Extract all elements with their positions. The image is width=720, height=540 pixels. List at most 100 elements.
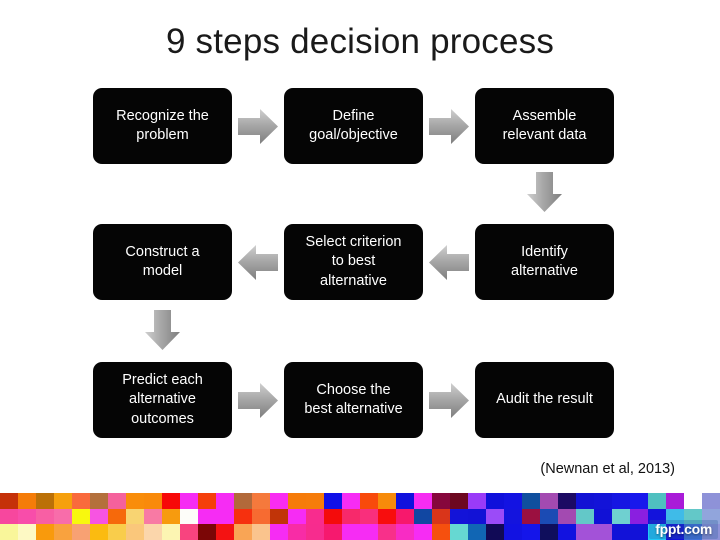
color-swatch: [126, 508, 144, 525]
step-box-label: Assemble relevant data: [502, 107, 587, 143]
color-swatch: [90, 508, 108, 525]
color-swatch: [306, 493, 324, 509]
step-box-select-criterion-to-best-alternative[interactable]: Select criterion to best alternative: [284, 224, 423, 300]
color-swatch: [144, 524, 162, 540]
color-swatch: [54, 508, 72, 525]
color-swatch: [432, 493, 450, 509]
fppt-watermark: fppt.com: [649, 520, 718, 539]
color-swatch: [36, 493, 54, 509]
color-swatch: [306, 508, 324, 525]
color-swatch: [630, 493, 648, 509]
color-swatch: [72, 524, 90, 540]
color-swatch: [144, 493, 162, 509]
step-box-label: Select criterion to best alternative: [305, 233, 402, 289]
color-swatch: [540, 493, 558, 509]
arrow-left-icon: [429, 244, 469, 281]
step-box-predict-each-alternative-outcomes[interactable]: Predict each alternative outcomes: [93, 362, 232, 438]
arrow-right-icon: [429, 382, 469, 419]
step-box-label: Predict each alternative outcomes: [122, 371, 203, 427]
color-swatch: [432, 508, 450, 525]
color-swatch: [0, 508, 18, 525]
step-box-label: Choose the best alternative: [304, 381, 403, 417]
step-box-label: Define goal/objective: [309, 107, 398, 143]
color-swatch: [180, 524, 198, 540]
color-swatch: [486, 508, 504, 525]
color-swatch: [198, 524, 216, 540]
step-box-label: Construct a model: [125, 243, 200, 279]
color-swatch: [594, 508, 612, 525]
color-swatch: [270, 493, 288, 509]
step-box-construct-a-model[interactable]: Construct a model: [93, 224, 232, 300]
color-swatch: [378, 524, 396, 540]
step-box-label: Recognize the problem: [116, 107, 209, 143]
arrow-down-icon: [526, 172, 563, 212]
step-box-define-goal-objective[interactable]: Define goal/objective: [284, 88, 423, 164]
color-swatch: [414, 508, 432, 525]
color-swatch: [234, 493, 252, 509]
color-swatch: [198, 493, 216, 509]
color-swatch: [378, 493, 396, 509]
color-swatch: [396, 524, 414, 540]
color-swatch: [306, 524, 324, 540]
color-swatch: [36, 508, 54, 525]
color-swatch: [378, 508, 396, 525]
color-swatch: [144, 508, 162, 525]
color-swatch: [396, 493, 414, 509]
color-swatch: [486, 493, 504, 509]
color-swatch: [594, 493, 612, 509]
color-swatch: [486, 524, 504, 540]
color-swatch: [630, 524, 648, 540]
color-swatch: [432, 524, 450, 540]
color-swatch: [90, 493, 108, 509]
color-swatch: [612, 524, 630, 540]
step-box-audit-the-result[interactable]: Audit the result: [475, 362, 614, 438]
color-swatch: [342, 524, 360, 540]
color-swatch: [108, 524, 126, 540]
color-swatch: [576, 493, 594, 509]
source-citation: (Newnan et al, 2013): [540, 461, 675, 477]
color-swatch: [612, 493, 630, 509]
color-swatch: [270, 508, 288, 525]
color-swatch: [0, 493, 18, 509]
page-title: 9 steps decision process: [165, 22, 555, 61]
color-swatch: [558, 508, 576, 525]
color-swatch: [630, 508, 648, 525]
color-swatch: [252, 524, 270, 540]
color-swatch: [324, 508, 342, 525]
step-box-assemble-relevant-data[interactable]: Assemble relevant data: [475, 88, 614, 164]
color-swatch: [54, 493, 72, 509]
color-swatch: [324, 493, 342, 509]
color-swatch: [108, 493, 126, 509]
color-swatch: [216, 524, 234, 540]
color-swatch: [216, 493, 234, 509]
color-swatch: [468, 493, 486, 509]
color-swatch: [324, 524, 342, 540]
color-swatch: [288, 493, 306, 509]
color-swatch-strip: [0, 493, 720, 540]
step-box-label: Audit the result: [496, 391, 593, 408]
color-swatch: [216, 508, 234, 525]
color-swatch: [342, 508, 360, 525]
color-swatch: [396, 508, 414, 525]
color-swatch: [270, 524, 288, 540]
color-swatch: [468, 524, 486, 540]
color-swatch: [558, 524, 576, 540]
color-swatch: [360, 524, 378, 540]
step-box-identify-alternative[interactable]: Identify alternative: [475, 224, 614, 300]
color-swatch: [0, 524, 18, 540]
color-swatch: [18, 524, 36, 540]
color-swatch: [288, 508, 306, 525]
arrow-right-icon: [238, 108, 278, 145]
step-box-choose-the-best-alternative[interactable]: Choose the best alternative: [284, 362, 423, 438]
color-swatch: [648, 493, 666, 509]
color-swatch: [414, 493, 432, 509]
color-swatch: [522, 508, 540, 525]
color-swatch: [468, 508, 486, 525]
color-swatch: [72, 493, 90, 509]
color-swatch: [180, 508, 198, 525]
color-swatch: [558, 493, 576, 509]
color-swatch: [360, 508, 378, 525]
step-box-recognize-the-problem[interactable]: Recognize the problem: [93, 88, 232, 164]
color-swatch: [234, 524, 252, 540]
color-swatch: [450, 508, 468, 525]
